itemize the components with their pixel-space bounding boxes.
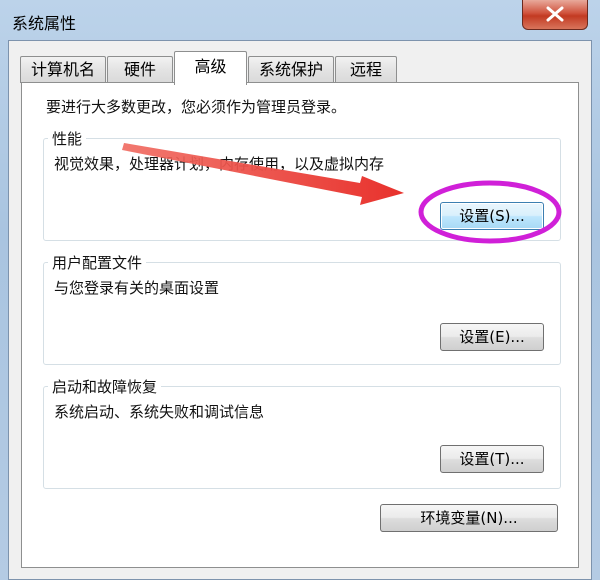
close-button[interactable] bbox=[522, 0, 588, 30]
window-title: 系统属性 bbox=[12, 14, 77, 33]
tab-remote[interactable]: 远程 bbox=[335, 56, 397, 83]
user-profiles-description: 与您登录有关的桌面设置 bbox=[54, 279, 220, 297]
environment-variables-button[interactable]: 环境变量(N)... bbox=[380, 504, 558, 532]
performance-group-title: 性能 bbox=[48, 128, 87, 149]
admin-notice: 要进行大多数更改，您必须作为管理员登录。 bbox=[46, 98, 347, 116]
tab-computer-name[interactable]: 计算机名 bbox=[20, 56, 106, 83]
system-properties-window: 系统属性 计算机名 硬件 高级 系统保护 远程 要进行大多数更改，您必须作为管理… bbox=[0, 0, 600, 580]
advanced-tab-panel: 要进行大多数更改，您必须作为管理员登录。 性能 视觉效果，处理器计划，内存使用，… bbox=[21, 82, 579, 568]
tab-advanced[interactable]: 高级 bbox=[174, 51, 247, 85]
dialog-client-area: 计算机名 硬件 高级 系统保护 远程 要进行大多数更改，您必须作为管理员登录。 … bbox=[8, 40, 592, 580]
title-bar: 系统属性 bbox=[0, 0, 600, 40]
tab-hardware[interactable]: 硬件 bbox=[107, 56, 173, 83]
startup-recovery-description: 系统启动、系统失败和调试信息 bbox=[54, 403, 265, 421]
user-profiles-group-title: 用户配置文件 bbox=[48, 252, 147, 273]
close-icon bbox=[546, 6, 564, 22]
user-profiles-settings-button[interactable]: 设置(E)... bbox=[440, 323, 544, 351]
startup-recovery-settings-button[interactable]: 设置(T)... bbox=[440, 445, 544, 473]
startup-recovery-group-title: 启动和故障恢复 bbox=[48, 376, 162, 397]
performance-settings-button[interactable]: 设置(S)... bbox=[440, 202, 544, 230]
tab-system-protection[interactable]: 系统保护 bbox=[248, 56, 334, 83]
performance-description: 视觉效果，处理器计划，内存使用，以及虚拟内存 bbox=[54, 155, 385, 173]
